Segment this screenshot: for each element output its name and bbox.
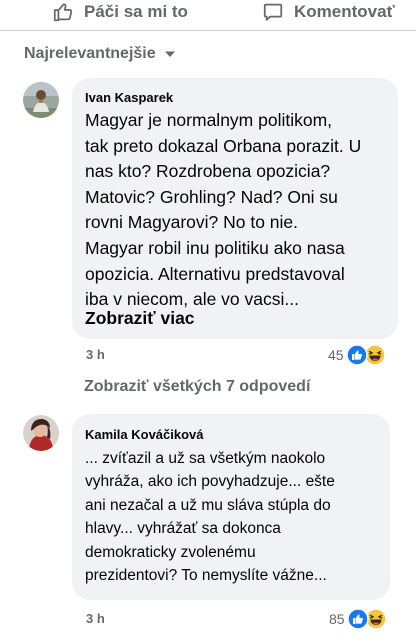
like-reaction-icon bbox=[346, 608, 369, 630]
like-reaction-icon bbox=[345, 344, 368, 366]
like-button-label: Páči sa mi to bbox=[84, 2, 188, 21]
reaction-count: 85 bbox=[329, 611, 345, 627]
thumbs-up-outline-icon bbox=[53, 3, 73, 22]
comment-line: Matovic? Grohling? Nad? Oni su bbox=[85, 186, 338, 207]
comment-bubble: Ivan Kasparek Magyar je normalnym politi… bbox=[72, 78, 398, 339]
comment-button[interactable]: Komentovať bbox=[262, 0, 395, 24]
comment-line: ani nezačal a už mu sláva stúpla do bbox=[85, 496, 331, 514]
divider bbox=[0, 30, 416, 31]
reaction-summary[interactable]: 85 bbox=[329, 607, 387, 631]
post-action-bar: Páči sa mi to Komentovať bbox=[0, 0, 416, 28]
comment-sort-dropdown[interactable]: Najrelevantnejšie bbox=[24, 43, 176, 65]
comment-line: Magyar je normalnym politikom, bbox=[85, 110, 333, 130]
comment-author[interactable]: Ivan Kasparek bbox=[85, 90, 173, 105]
reaction-count: 45 bbox=[328, 347, 344, 363]
comment-timestamp[interactable]: 3 h bbox=[86, 611, 105, 626]
comment-line: ... zvíťazil a už sa všetkým naokolo bbox=[85, 450, 326, 467]
speech-bubble-outline-icon bbox=[263, 3, 283, 21]
see-more-link[interactable]: Zobraziť viac bbox=[85, 308, 195, 329]
comment-button-label: Komentovať bbox=[294, 2, 395, 21]
view-replies-link[interactable]: Zobraziť všetkých 7 odpovedí bbox=[84, 378, 310, 396]
comment-line: opozicia. Alternativu predstavoval bbox=[85, 263, 345, 284]
avatar[interactable] bbox=[23, 415, 59, 451]
comment-line: Magyar robil inu politiku ako nasa bbox=[85, 237, 345, 258]
comment-line: tak preto dokazal Orbana porazit. U bbox=[85, 135, 362, 156]
avatar[interactable] bbox=[23, 82, 59, 118]
caret-down-icon bbox=[164, 51, 175, 57]
comment-line: vyhráža, ako ich povyhadzuje... ešte bbox=[85, 473, 335, 491]
comment-line: hlavy... vyhrážať sa dokonca bbox=[85, 520, 281, 538]
comment-line: nas kto? Rozdrobena opozicia? bbox=[85, 161, 331, 182]
comment-text: ... zvíťazil a už sa všetkým naokolo vyh… bbox=[85, 447, 381, 587]
like-button[interactable]: Páči sa mi to bbox=[52, 0, 188, 24]
comment-bubble: Kamila Kováčiková ... zvíťazil a už sa v… bbox=[72, 414, 390, 600]
comment-line: demokraticky zvolenému bbox=[85, 543, 256, 561]
comment-author[interactable]: Kamila Kováčiková bbox=[85, 427, 204, 442]
comment-text: Magyar je normalnym politikom, tak preto… bbox=[85, 108, 393, 313]
reaction-summary[interactable]: 45 bbox=[328, 343, 386, 367]
comment-line: rovni Magyarovi? No to nie. bbox=[85, 212, 299, 233]
sort-label: Najrelevantnejšie bbox=[24, 45, 156, 62]
comment-line: prezidentovi? To nemyslíte vážne... bbox=[85, 567, 327, 585]
comment-timestamp[interactable]: 3 h bbox=[86, 347, 105, 362]
